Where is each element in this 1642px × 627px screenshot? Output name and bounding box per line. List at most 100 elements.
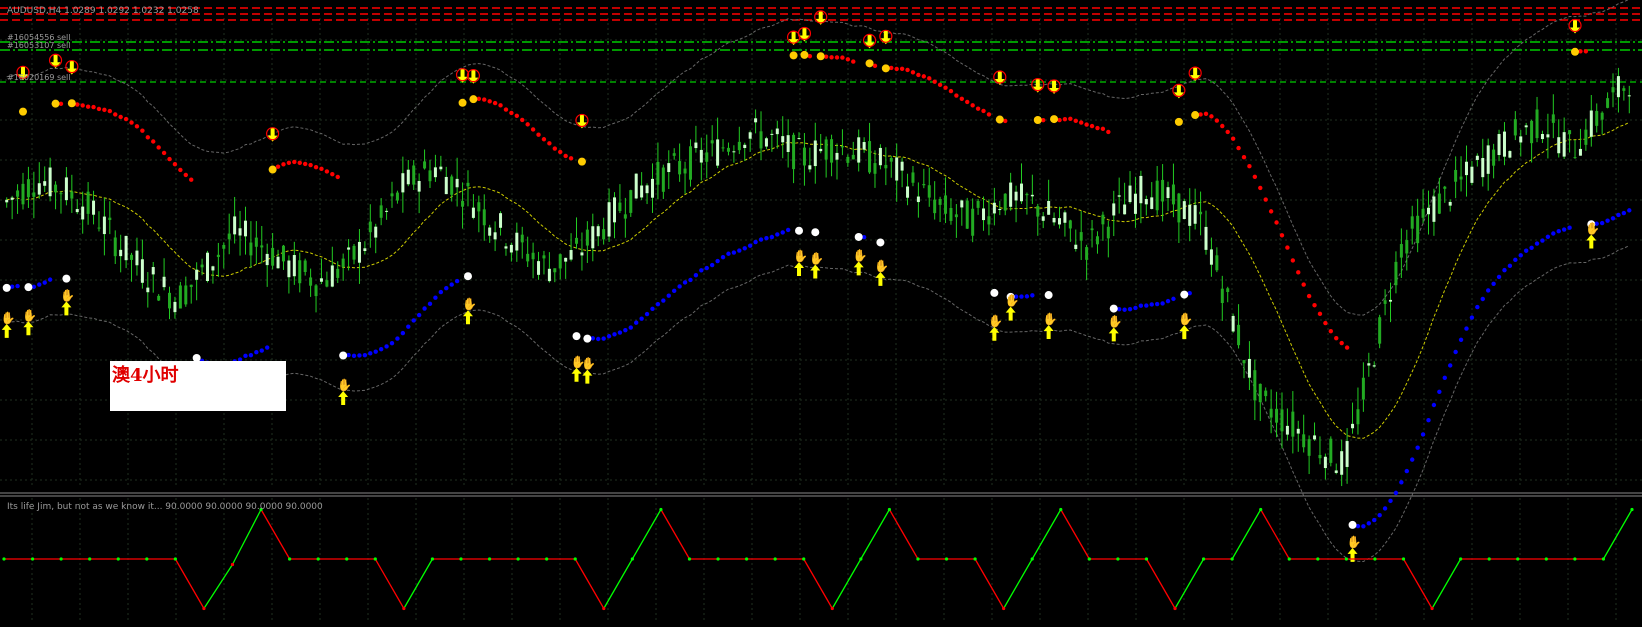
candle-body xyxy=(1285,425,1289,435)
candle-body xyxy=(1150,197,1154,209)
oscillator-point xyxy=(545,557,549,561)
candle-body xyxy=(1231,315,1235,332)
sell-trend-dot xyxy=(275,164,281,169)
trend-start-dot-icon xyxy=(458,98,467,107)
buy-trend-dot xyxy=(677,284,682,289)
candle-body xyxy=(949,207,953,221)
buy-trend-dot xyxy=(357,353,362,358)
oscillator-point xyxy=(659,507,663,512)
oscillator-point xyxy=(516,557,520,561)
trend-start-dot-icon xyxy=(1191,111,1200,120)
buy-trend-dot xyxy=(449,282,454,287)
candle-body xyxy=(368,221,372,233)
candle-body xyxy=(1275,408,1279,423)
candle-body xyxy=(48,167,52,197)
trend-start-dot-icon xyxy=(1174,117,1183,126)
candle-body xyxy=(846,156,850,163)
sell-trend-dot xyxy=(943,85,948,90)
candle-body xyxy=(385,210,389,212)
candle-body xyxy=(314,285,318,297)
trend-start-dot-icon xyxy=(1044,291,1053,300)
candle-body xyxy=(575,237,579,244)
candle-body xyxy=(102,216,106,235)
candle-body xyxy=(1551,114,1555,123)
oscillator-point xyxy=(316,557,320,561)
hand-icon: ✋ xyxy=(1108,314,1123,328)
oscillator-point xyxy=(288,557,292,561)
candle-body xyxy=(830,139,834,163)
buy-trend-dot xyxy=(248,352,254,358)
buy-trend-dot xyxy=(444,285,449,291)
candle-body xyxy=(482,209,486,226)
candle-body xyxy=(466,182,470,187)
candle-body xyxy=(168,292,172,309)
buy-trend-dot xyxy=(422,306,427,311)
candle-body xyxy=(889,157,893,162)
candle-body xyxy=(1193,205,1197,224)
price-chart[interactable]: ✋✋✋✋✋✋✋✋✋✋✋✋✋✋✋✋✋✋✋ AUDUSD,H4 1.0289 1.0… xyxy=(0,0,1642,623)
candle-body xyxy=(200,264,204,268)
candle-body xyxy=(992,202,996,214)
sell-trend-dot xyxy=(80,103,85,108)
sell-trend-dot xyxy=(921,74,927,79)
candle-body xyxy=(754,118,758,123)
candle-body xyxy=(1101,214,1105,225)
sell-trend-dot xyxy=(113,112,118,117)
buy-trend-dot xyxy=(1144,303,1149,308)
hand-icon: ✋ xyxy=(809,252,824,266)
candle-body xyxy=(515,232,519,251)
candle-body xyxy=(455,178,459,188)
sell-trend-dot xyxy=(514,113,520,119)
candle-body xyxy=(1171,184,1175,205)
candle-body xyxy=(423,161,427,169)
trend-start-dot-icon xyxy=(865,59,874,68)
oscillator-point xyxy=(859,557,863,561)
candle-body xyxy=(444,176,448,195)
candle-body xyxy=(1258,383,1262,403)
sell-trend-dot xyxy=(297,160,302,166)
candle-body xyxy=(1209,249,1213,265)
candle-body xyxy=(726,147,730,152)
candle-body xyxy=(1394,261,1398,286)
candle-body xyxy=(1302,434,1306,448)
candle-body xyxy=(227,233,231,240)
buy-trend-dot xyxy=(1621,210,1627,216)
oscillator-point xyxy=(202,606,206,611)
candle-body xyxy=(1090,228,1094,231)
trend-start-dot-icon xyxy=(67,99,76,108)
oscillator-point xyxy=(59,557,63,561)
candle-body xyxy=(840,146,844,148)
oscillator-point xyxy=(2,557,6,561)
buy-trend-dot xyxy=(639,316,644,321)
buy-trend-dot xyxy=(742,246,747,251)
buy-trend-dot xyxy=(1523,248,1529,253)
candle-body xyxy=(233,216,237,235)
candle-body xyxy=(1464,161,1468,176)
sell-trend-dot xyxy=(1285,245,1290,250)
sell-trend-dot xyxy=(330,171,335,177)
oscillator-point xyxy=(1230,557,1234,561)
candle-body xyxy=(759,131,763,149)
candle-body xyxy=(1448,201,1452,206)
oscillator-point xyxy=(402,606,406,611)
buy-trend-dot xyxy=(1437,389,1442,395)
candle-body xyxy=(81,206,85,220)
hand-icon: ✋ xyxy=(853,248,868,262)
sell-trend-dot xyxy=(1328,328,1334,334)
candle-body xyxy=(520,234,524,243)
sell-trend-dot xyxy=(1236,145,1241,151)
buy-trend-dot xyxy=(433,295,438,300)
candle-body xyxy=(1546,134,1550,138)
candle-body xyxy=(461,200,465,207)
candle-body xyxy=(1524,125,1528,128)
buy-trend-dot xyxy=(628,325,633,330)
candle-body xyxy=(140,259,144,283)
buy-trend-dot xyxy=(1382,506,1388,511)
candle-body xyxy=(124,235,128,261)
sell-trend-dot xyxy=(1312,303,1317,308)
oscillator-point xyxy=(944,557,949,561)
candle-body xyxy=(21,183,25,205)
candle-body xyxy=(1399,244,1403,258)
candle-body xyxy=(178,285,182,309)
hand-icon: ✋ xyxy=(337,378,352,392)
